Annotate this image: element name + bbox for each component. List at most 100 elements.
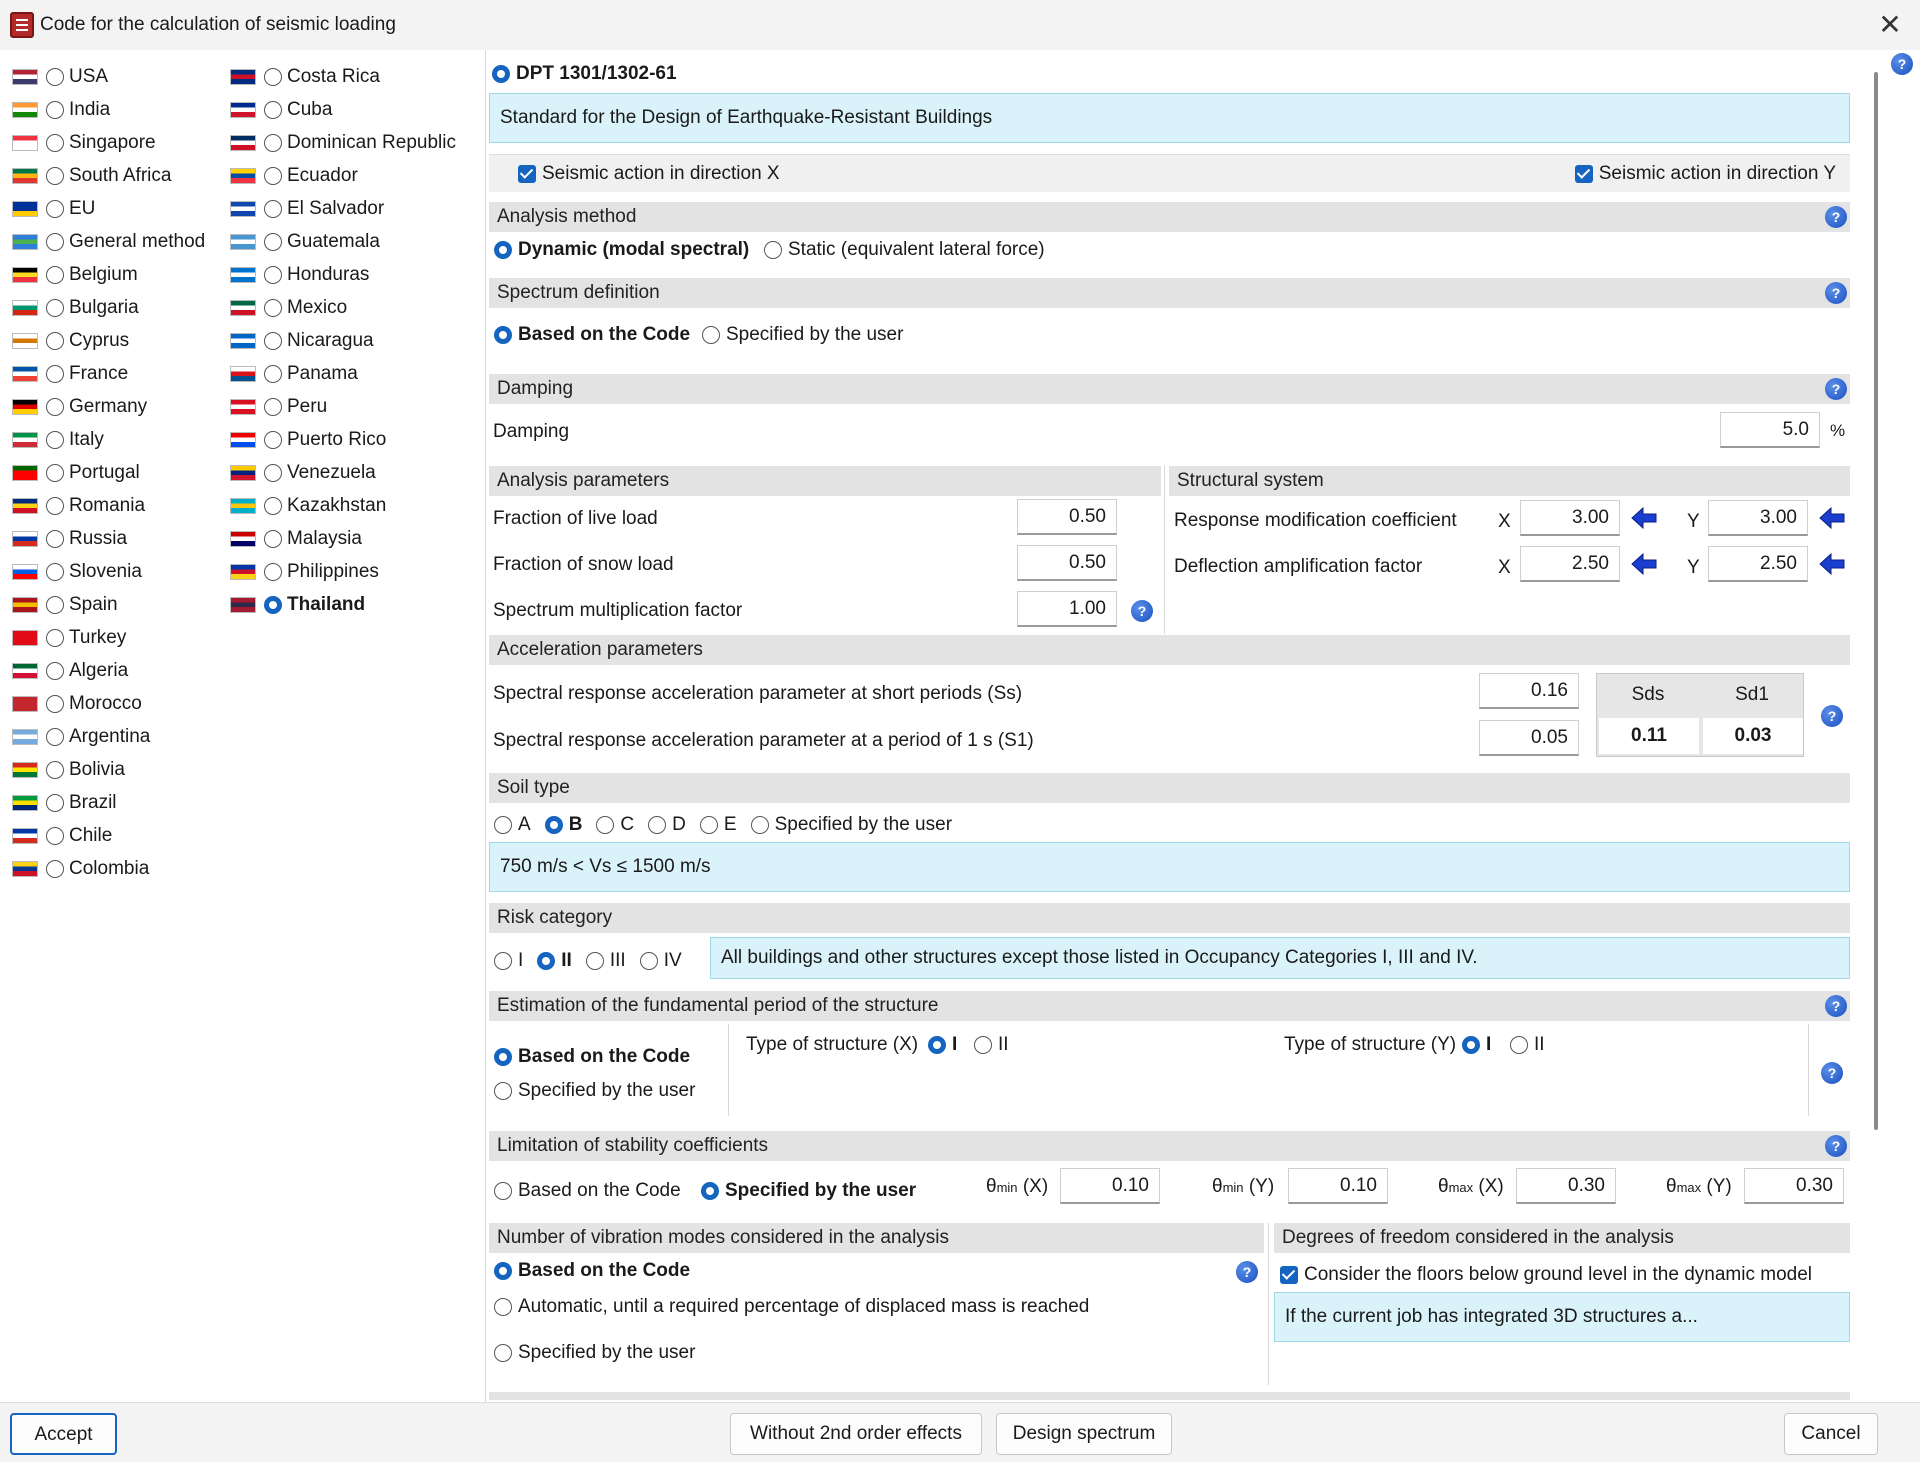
type-x-i-option[interactable]: I xyxy=(928,1034,957,1056)
country-ecuador[interactable]: Ecuador xyxy=(230,159,480,192)
help-icon[interactable]: ? xyxy=(1891,53,1913,75)
help-icon[interactable]: ? xyxy=(1825,206,1847,228)
soil-option-2[interactable]: B xyxy=(544,814,582,836)
country-puerto-rico[interactable]: Puerto Rico xyxy=(230,423,480,456)
radio-icon[interactable] xyxy=(46,67,64,86)
radio-icon[interactable] xyxy=(494,241,512,259)
radio-icon[interactable] xyxy=(264,529,282,548)
radio-icon[interactable] xyxy=(264,463,282,482)
radio-icon[interactable] xyxy=(46,397,64,416)
type-x-ii-option[interactable]: II xyxy=(974,1034,1009,1056)
radio-icon[interactable] xyxy=(46,166,64,185)
country-usa[interactable]: USA xyxy=(12,60,232,93)
country-honduras[interactable]: Honduras xyxy=(230,258,480,291)
type-y-i-option[interactable]: I xyxy=(1462,1034,1491,1056)
radio-icon[interactable] xyxy=(264,166,282,185)
help-icon[interactable]: ? xyxy=(1131,600,1153,622)
country-argentina[interactable]: Argentina xyxy=(12,720,232,753)
country-philippines[interactable]: Philippines xyxy=(230,555,480,588)
country-bolivia[interactable]: Bolivia xyxy=(12,753,232,786)
radio-icon[interactable] xyxy=(494,1048,512,1066)
help-icon[interactable]: ? xyxy=(1821,1062,1843,1084)
risk-option-1[interactable]: I xyxy=(494,950,523,972)
radio-icon[interactable] xyxy=(264,199,282,218)
country-spain[interactable]: Spain xyxy=(12,588,232,621)
country-portugal[interactable]: Portugal xyxy=(12,456,232,489)
radio-icon[interactable] xyxy=(46,430,64,449)
country-panama[interactable]: Panama xyxy=(230,357,480,390)
country-chile[interactable]: Chile xyxy=(12,819,232,852)
risk-option-4[interactable]: IV xyxy=(639,950,682,972)
country-brazil[interactable]: Brazil xyxy=(12,786,232,819)
soil-option-3[interactable]: C xyxy=(596,814,634,836)
radio-icon[interactable] xyxy=(46,826,64,845)
cancel-button[interactable]: Cancel xyxy=(1784,1413,1878,1455)
radio-icon[interactable] xyxy=(46,133,64,152)
daf-x-input[interactable]: 2.50 xyxy=(1520,546,1620,582)
radio-icon[interactable] xyxy=(46,628,64,647)
rmc-y-input[interactable]: 3.00 xyxy=(1708,500,1808,536)
country-algeria[interactable]: Algeria xyxy=(12,654,232,687)
country-cyprus[interactable]: Cyprus xyxy=(12,324,232,357)
checkbox-icon[interactable] xyxy=(1280,1266,1298,1284)
country-thailand[interactable]: Thailand xyxy=(230,588,480,621)
arrow-left-icon[interactable] xyxy=(1818,550,1846,578)
scrollbar[interactable] xyxy=(1874,72,1878,1130)
close-icon[interactable]: ✕ xyxy=(1872,8,1908,42)
risk-option-3[interactable]: III xyxy=(585,950,626,972)
arrow-left-icon[interactable] xyxy=(1630,550,1658,578)
arrow-left-icon[interactable] xyxy=(1818,504,1846,532)
country-malaysia[interactable]: Malaysia xyxy=(230,522,480,555)
country-peru[interactable]: Peru xyxy=(230,390,480,423)
live-load-input[interactable]: 0.50 xyxy=(1017,499,1117,535)
help-icon[interactable]: ? xyxy=(1825,1135,1847,1157)
radio-icon[interactable] xyxy=(46,364,64,383)
theta-min-x-input[interactable]: 0.10 xyxy=(1060,1168,1160,1204)
code-option[interactable]: DPT 1301/1302-61 xyxy=(492,63,677,85)
radio-icon[interactable] xyxy=(46,496,64,515)
period-user-option[interactable]: Specified by the user xyxy=(494,1080,695,1102)
radio-icon[interactable] xyxy=(1510,1036,1528,1054)
country-cuba[interactable]: Cuba xyxy=(230,93,480,126)
seismic-y-checkbox[interactable]: Seismic action in direction Y xyxy=(1574,163,1836,185)
modes-user-option[interactable]: Specified by the user xyxy=(494,1342,695,1364)
country-turkey[interactable]: Turkey xyxy=(12,621,232,654)
radio-icon[interactable] xyxy=(46,595,64,614)
spectrum-factor-input[interactable]: 1.00 xyxy=(1017,591,1117,627)
country-italy[interactable]: Italy xyxy=(12,423,232,456)
country-dominican-republic[interactable]: Dominican Republic xyxy=(230,126,480,159)
rmc-x-input[interactable]: 3.00 xyxy=(1520,500,1620,536)
type-y-ii-option[interactable]: II xyxy=(1510,1034,1545,1056)
radio-icon[interactable] xyxy=(264,331,282,350)
checkbox-icon[interactable] xyxy=(518,165,536,183)
help-icon[interactable]: ? xyxy=(1821,705,1843,727)
theta-min-y-input[interactable]: 0.10 xyxy=(1288,1168,1388,1204)
radio-icon[interactable] xyxy=(46,859,64,878)
theta-max-x-input[interactable]: 0.30 xyxy=(1516,1168,1616,1204)
radio-icon[interactable] xyxy=(264,397,282,416)
risk-option-2[interactable]: II xyxy=(537,950,572,972)
radio-icon[interactable] xyxy=(264,67,282,86)
code-radio[interactable] xyxy=(492,65,510,83)
radio-icon[interactable] xyxy=(648,816,667,834)
radio-icon[interactable] xyxy=(46,760,64,779)
radio-icon[interactable] xyxy=(639,952,658,970)
arrow-left-icon[interactable] xyxy=(1630,504,1658,532)
accept-button[interactable]: Accept xyxy=(10,1413,117,1455)
country-mexico[interactable]: Mexico xyxy=(230,291,480,324)
radio-icon[interactable] xyxy=(46,232,64,251)
seismic-x-checkbox[interactable]: Seismic action in direction X xyxy=(518,163,780,185)
country-el-salvador[interactable]: El Salvador xyxy=(230,192,480,225)
radio-icon[interactable] xyxy=(46,529,64,548)
country-venezuela[interactable]: Venezuela xyxy=(230,456,480,489)
country-south-africa[interactable]: South Africa xyxy=(12,159,232,192)
radio-icon[interactable] xyxy=(46,331,64,350)
radio-icon[interactable] xyxy=(264,496,282,515)
radio-icon[interactable] xyxy=(494,1082,512,1100)
country-colombia[interactable]: Colombia xyxy=(12,852,232,885)
stability-code-option[interactable]: Based on the Code xyxy=(494,1180,681,1202)
radio-icon[interactable] xyxy=(264,562,282,581)
radio-icon[interactable] xyxy=(264,133,282,152)
radio-icon[interactable] xyxy=(46,562,64,581)
radio-icon[interactable] xyxy=(537,952,556,970)
